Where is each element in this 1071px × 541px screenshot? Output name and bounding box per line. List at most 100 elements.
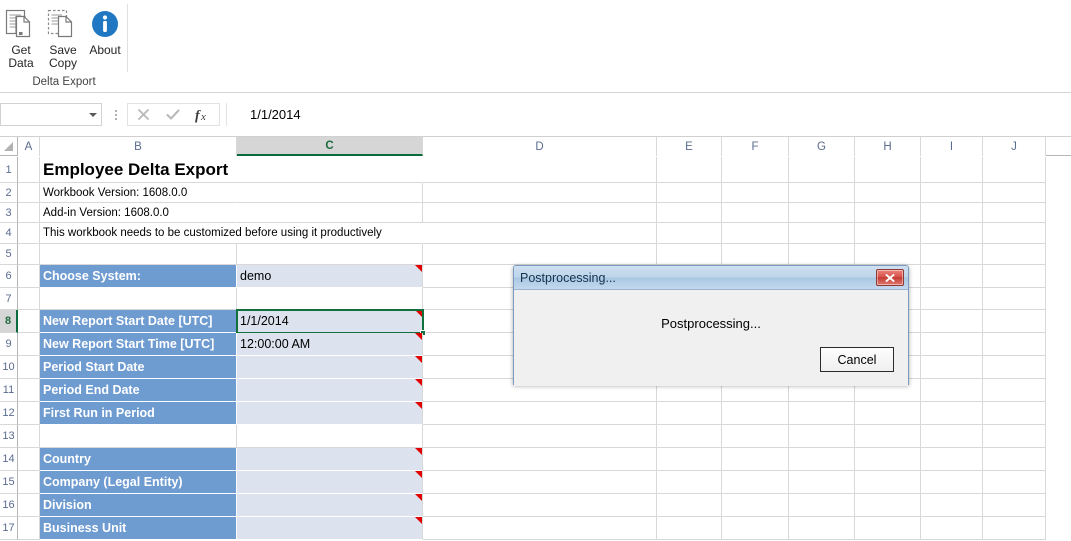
row-header-11[interactable]: 11 bbox=[0, 379, 18, 402]
cell-b8-new-report-start-date-label[interactable]: New Report Start Date [UTC] bbox=[40, 310, 237, 333]
grid-cell[interactable] bbox=[722, 517, 789, 540]
column-header-d[interactable]: D bbox=[423, 137, 657, 156]
row-header-14[interactable]: 14 bbox=[0, 448, 18, 471]
grid-cell[interactable] bbox=[722, 244, 789, 265]
grid-cell[interactable] bbox=[18, 310, 40, 333]
grid-cell[interactable] bbox=[855, 203, 921, 223]
grid-cell[interactable] bbox=[18, 448, 40, 471]
grid-cell[interactable] bbox=[423, 494, 657, 517]
grid-cell[interactable] bbox=[921, 471, 983, 494]
grid-cell[interactable] bbox=[855, 244, 921, 265]
row-header-2[interactable]: 2 bbox=[0, 183, 18, 203]
cell-c11-period-end-date-value[interactable] bbox=[237, 379, 423, 402]
grid-cell[interactable] bbox=[983, 471, 1046, 494]
grid-cell[interactable] bbox=[657, 517, 722, 540]
cell-c6-choose-system-value[interactable]: demo bbox=[237, 265, 423, 288]
grid-cell[interactable] bbox=[921, 517, 983, 540]
grid-cell[interactable] bbox=[983, 517, 1046, 540]
row-header-5[interactable]: 5 bbox=[0, 244, 18, 265]
grid-cell[interactable] bbox=[921, 265, 983, 288]
grid-cell[interactable] bbox=[237, 425, 423, 448]
grid-cell[interactable] bbox=[423, 157, 657, 183]
grid-cell[interactable] bbox=[789, 517, 855, 540]
row-header-10[interactable]: 10 bbox=[0, 356, 18, 379]
grid-cell[interactable] bbox=[855, 517, 921, 540]
grid-cell[interactable] bbox=[855, 425, 921, 448]
row-header-12[interactable]: 12 bbox=[0, 402, 18, 425]
grid-cell[interactable] bbox=[983, 425, 1046, 448]
grid-cell[interactable] bbox=[18, 517, 40, 540]
grid-cell[interactable] bbox=[18, 356, 40, 379]
column-header-h[interactable]: H bbox=[855, 137, 921, 156]
dialog-title-bar[interactable]: Postprocessing... bbox=[514, 266, 908, 290]
grid-cell[interactable] bbox=[657, 244, 722, 265]
cell-c17-business-unit-value[interactable] bbox=[237, 517, 423, 540]
grid-cell[interactable] bbox=[40, 288, 237, 310]
column-header-j[interactable]: J bbox=[983, 137, 1046, 156]
grid-cell[interactable] bbox=[983, 379, 1046, 402]
grid-cell[interactable] bbox=[921, 157, 983, 183]
grid-cell[interactable] bbox=[855, 494, 921, 517]
grid-cell[interactable] bbox=[921, 203, 983, 223]
cell-c9-new-report-start-time-value[interactable]: 12:00:00 AM bbox=[237, 333, 423, 356]
cell-b15-company-legal-entity-label[interactable]: Company (Legal Entity) bbox=[40, 471, 237, 494]
grid-cell[interactable] bbox=[855, 402, 921, 425]
grid-cell[interactable] bbox=[657, 402, 722, 425]
grid-cell[interactable] bbox=[983, 448, 1046, 471]
grid-cell[interactable] bbox=[18, 471, 40, 494]
cancel-x-icon[interactable] bbox=[129, 104, 158, 125]
grid-cell[interactable] bbox=[657, 223, 722, 244]
cell-b3-addin-version[interactable]: Add-in Version: 1608.0.0 bbox=[40, 203, 237, 223]
grid-cell[interactable] bbox=[983, 356, 1046, 379]
formula-input[interactable]: 1/1/2014 bbox=[226, 103, 1071, 126]
grid-cell[interactable] bbox=[921, 244, 983, 265]
grid-cell[interactable] bbox=[18, 244, 40, 265]
grid-cell[interactable] bbox=[983, 494, 1046, 517]
grid-cell[interactable] bbox=[657, 448, 722, 471]
grid-cell[interactable] bbox=[921, 288, 983, 310]
grid-cell[interactable] bbox=[983, 310, 1046, 333]
grid-cell[interactable] bbox=[237, 244, 423, 265]
grid-cell[interactable] bbox=[921, 310, 983, 333]
grid-cell[interactable] bbox=[722, 448, 789, 471]
grid-cell[interactable] bbox=[789, 494, 855, 517]
grid-cell[interactable] bbox=[789, 448, 855, 471]
grid-cell[interactable] bbox=[855, 223, 921, 244]
grid-cell[interactable] bbox=[921, 425, 983, 448]
grid-cell[interactable] bbox=[921, 448, 983, 471]
accept-check-icon[interactable] bbox=[159, 104, 188, 125]
grid-cell[interactable] bbox=[237, 203, 423, 223]
grid-cell[interactable] bbox=[657, 183, 722, 203]
grid-cell[interactable] bbox=[237, 183, 423, 203]
grid-cell[interactable] bbox=[789, 425, 855, 448]
grid-cell[interactable] bbox=[40, 425, 237, 448]
grid-cell[interactable] bbox=[789, 244, 855, 265]
grid-cell[interactable] bbox=[18, 288, 40, 310]
grid-cell[interactable] bbox=[855, 448, 921, 471]
grid-cell[interactable] bbox=[789, 223, 855, 244]
cell-b10-period-start-date-label[interactable]: Period Start Date bbox=[40, 356, 237, 379]
row-header-13[interactable]: 13 bbox=[0, 425, 18, 448]
grid-cell[interactable] bbox=[789, 402, 855, 425]
grid-cell[interactable] bbox=[855, 183, 921, 203]
grid-cell[interactable] bbox=[983, 223, 1046, 244]
grid-cell[interactable] bbox=[921, 183, 983, 203]
grid-cell[interactable] bbox=[18, 265, 40, 288]
grid-cell[interactable] bbox=[983, 265, 1046, 288]
chevron-down-icon[interactable] bbox=[89, 112, 97, 117]
grid-cell[interactable] bbox=[657, 157, 722, 183]
column-header-b[interactable]: B bbox=[40, 137, 237, 156]
grid-cell[interactable] bbox=[657, 425, 722, 448]
select-all-corner[interactable] bbox=[0, 137, 18, 156]
column-header-f[interactable]: F bbox=[722, 137, 789, 156]
grid-cell[interactable] bbox=[983, 333, 1046, 356]
row-header-15[interactable]: 15 bbox=[0, 471, 18, 494]
grid-cell[interactable] bbox=[423, 448, 657, 471]
grid-cell[interactable] bbox=[722, 494, 789, 517]
grid-cell[interactable] bbox=[18, 183, 40, 203]
grid-cell[interactable] bbox=[40, 244, 237, 265]
grid-cell[interactable] bbox=[789, 157, 855, 183]
grid-cell[interactable] bbox=[722, 402, 789, 425]
row-header-8[interactable]: 8 bbox=[0, 310, 18, 333]
grid-cell[interactable] bbox=[722, 471, 789, 494]
